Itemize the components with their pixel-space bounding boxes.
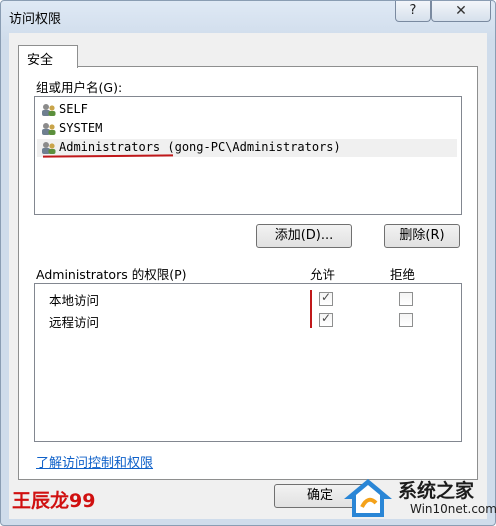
remove-button[interactable]: 删除(R)	[384, 224, 460, 248]
deny-header: 拒绝	[390, 267, 416, 282]
users-icon	[42, 142, 56, 154]
allow-checkbox-local[interactable]	[319, 290, 333, 306]
title-bar[interactable]: 访问权限 ? ✕	[1, 1, 495, 31]
permissions-list: 本地访问 远程访问	[34, 283, 462, 442]
logo-title: 系统之家	[398, 480, 475, 502]
group-user-label: 组或用户名(G):	[36, 80, 123, 95]
user-name: SYSTEM	[59, 121, 103, 135]
add-button[interactable]: 添加(D)...	[256, 224, 352, 248]
site-logo: 系统之家 Win10net.com	[334, 473, 496, 523]
tab-security-label: 安全	[27, 53, 54, 68]
permission-name: 远程访问	[49, 315, 100, 330]
tab-security[interactable]: 安全	[18, 45, 78, 68]
house-logo-icon	[344, 479, 392, 517]
help-button[interactable]: ?	[395, 1, 431, 22]
watermark-text: 王辰龙99	[12, 490, 96, 512]
allow-checkbox-remote[interactable]	[319, 311, 333, 327]
learn-access-control-link[interactable]: 了解访问控制和权限	[36, 452, 153, 471]
deny-checkbox-remote[interactable]	[399, 313, 413, 327]
user-name: SELF	[59, 102, 88, 116]
user-item-system[interactable]: SYSTEM	[37, 120, 457, 138]
close-button[interactable]: ✕	[431, 1, 491, 22]
window-title: 访问权限	[9, 12, 62, 27]
annotation-bar	[310, 290, 312, 328]
user-item-self[interactable]: SELF	[37, 101, 457, 119]
deny-checkbox-local[interactable]	[399, 292, 413, 306]
users-icon	[42, 104, 56, 116]
permission-name: 本地访问	[49, 293, 100, 308]
users-icon	[42, 123, 56, 135]
allow-header: 允许	[310, 267, 336, 282]
logo-url: Win10net.com	[410, 502, 496, 516]
user-name: Administrators (gong-PC\Administrators)	[59, 140, 341, 154]
permissions-label: Administrators 的权限(P)	[36, 267, 187, 282]
